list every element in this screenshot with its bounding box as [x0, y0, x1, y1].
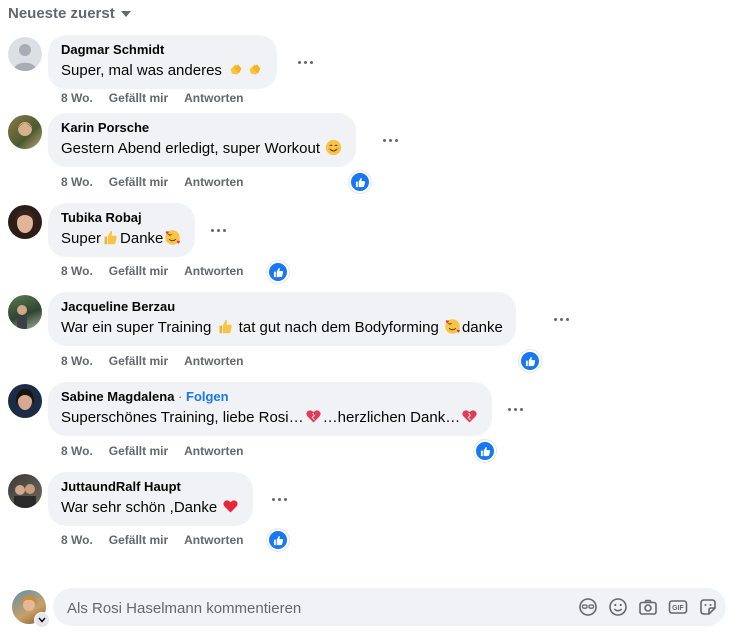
comment-time[interactable]: 8 Wo.: [61, 91, 93, 105]
chevron-down-icon[interactable]: [34, 612, 50, 628]
comment-text: Super Danke: [61, 229, 182, 249]
comment-bubble: Tubika Robaj Super Danke: [48, 203, 196, 257]
like-reaction-icon[interactable]: [349, 171, 371, 193]
reply-link[interactable]: Antworten: [184, 175, 243, 189]
comment-text-part: Super: [61, 230, 102, 247]
svg-text:GIF: GIF: [672, 605, 684, 612]
comment-input[interactable]: [65, 588, 559, 628]
sort-dropdown[interactable]: Neueste zuerst: [8, 2, 131, 24]
comment-bubble: Karin Porsche Gestern Abend erledigt, su…: [48, 113, 357, 167]
like-reaction-icon[interactable]: [519, 350, 541, 372]
comment-text-part: War ein super Training: [61, 319, 216, 336]
comment-actions: 8 Wo. Gefällt mir Antworten: [61, 264, 243, 278]
thumbs-up-emoji-icon: [219, 319, 232, 334]
avatar[interactable]: [8, 37, 42, 71]
comment-text-part: Super, mal was anderes: [61, 62, 227, 79]
red-heart-emoji-icon: [223, 500, 238, 513]
like-reaction-icon[interactable]: [474, 440, 496, 462]
avatar[interactable]: [8, 384, 42, 418]
comment-time[interactable]: 8 Wo.: [61, 444, 93, 458]
comment-bubble: Jacqueline Berzau War ein super Training…: [48, 292, 516, 346]
emoji-icon[interactable]: [608, 597, 628, 617]
comment-actions: 8 Wo. Gefällt mir Antworten: [61, 533, 243, 547]
reply-link[interactable]: Antworten: [184, 444, 243, 458]
caret-down-icon: [120, 11, 131, 17]
clap-emoji-icon: [230, 64, 242, 75]
more-options-button[interactable]: [378, 128, 402, 152]
avatar[interactable]: [8, 295, 42, 329]
comment-author[interactable]: Tubika Robaj: [61, 210, 182, 226]
more-options-button[interactable]: [503, 397, 527, 421]
more-options-button[interactable]: [549, 307, 573, 331]
comment-author[interactable]: Sabine Magdalena: [61, 389, 174, 404]
comment-author[interactable]: Dagmar Schmidt: [61, 42, 264, 58]
reply-link[interactable]: Antworten: [184, 354, 243, 368]
separator-dot: ·: [178, 389, 186, 404]
comment-text: War sehr schön ,Danke: [61, 498, 240, 518]
comment-author-row: Sabine Magdalena · Folgen: [61, 389, 479, 405]
smiling-hearts-emoji-icon: [445, 319, 460, 334]
heart-emoji-icon: [306, 410, 321, 423]
reply-link[interactable]: Antworten: [184, 91, 243, 105]
comment-author[interactable]: JuttaundRalf Haupt: [61, 479, 240, 495]
reply-link[interactable]: Antworten: [184, 264, 243, 278]
heart-emoji-icon: [462, 410, 477, 423]
like-link[interactable]: Gefällt mir: [109, 264, 168, 278]
comment-composer: GIF: [53, 588, 726, 628]
like-link[interactable]: Gefällt mir: [109, 444, 168, 458]
more-options-button[interactable]: [206, 218, 230, 242]
gif-icon[interactable]: GIF: [668, 597, 688, 617]
comment-bubble: Sabine Magdalena · Folgen Superschönes T…: [48, 382, 493, 436]
comment-time[interactable]: 8 Wo.: [61, 354, 93, 368]
comment-text-part: War sehr schön ,Danke: [61, 499, 222, 516]
comment-text-part: Gestern Abend erledigt, super Workout: [61, 140, 325, 157]
like-link[interactable]: Gefällt mir: [109, 354, 168, 368]
comment-time[interactable]: 8 Wo.: [61, 533, 93, 547]
smile-emoji-icon: [326, 139, 342, 156]
follow-button[interactable]: Folgen: [186, 389, 229, 404]
comment-author[interactable]: Jacqueline Berzau: [61, 299, 503, 315]
camera-icon[interactable]: [638, 597, 658, 617]
avatar[interactable]: [8, 205, 42, 239]
comment-text-part: …herzlichen Dank…: [322, 409, 461, 426]
comment-text-part: danke: [461, 319, 503, 336]
clap-emoji-icon: [249, 64, 261, 75]
comment-time[interactable]: 8 Wo.: [61, 264, 93, 278]
like-link[interactable]: Gefällt mir: [109, 91, 168, 105]
avatar[interactable]: [8, 474, 42, 508]
comment-text: War ein super Training tat gut nach dem …: [61, 318, 503, 338]
reply-link[interactable]: Antworten: [184, 533, 243, 547]
comment-text: Superschönes Training, liebe Rosi… …herzl…: [61, 408, 479, 428]
like-link[interactable]: Gefällt mir: [109, 175, 168, 189]
comment-text-part: Superschönes Training, liebe Rosi…: [61, 409, 304, 426]
comment-actions: 8 Wo. Gefällt mir Antworten: [61, 91, 243, 105]
comment-text: Super, mal was anderes: [61, 61, 264, 81]
avatar[interactable]: [8, 115, 42, 149]
comment-bubble: JuttaundRalf Haupt War sehr schön ,Danke: [48, 472, 254, 526]
comment-text-part: Danke: [120, 230, 164, 247]
comment-text: Gestern Abend erledigt, super Workout: [61, 139, 343, 159]
smiling-hearts-emoji-icon: [165, 230, 181, 245]
comment-bubble: Dagmar Schmidt Super, mal was anderes: [48, 35, 278, 89]
like-link[interactable]: Gefällt mir: [109, 533, 168, 547]
avatar-sticker-icon[interactable]: [578, 597, 598, 617]
comment-text-part: tat gut nach dem Bodyforming: [234, 319, 443, 336]
sort-label: Neueste zuerst: [8, 4, 115, 22]
sticker-icon[interactable]: [698, 597, 718, 617]
comment-time[interactable]: 8 Wo.: [61, 175, 93, 189]
comment-author[interactable]: Karin Porsche: [61, 120, 343, 136]
more-options-button[interactable]: [293, 50, 317, 74]
comment-actions: 8 Wo. Gefällt mir Antworten: [61, 354, 243, 368]
comment-actions: 8 Wo. Gefällt mir Antworten: [61, 444, 243, 458]
like-reaction-icon[interactable]: [267, 261, 289, 283]
more-options-button[interactable]: [267, 487, 291, 511]
thumbs-up-emoji-icon: [104, 230, 117, 245]
like-reaction-icon[interactable]: [267, 529, 289, 551]
comment-actions: 8 Wo. Gefällt mir Antworten: [61, 175, 243, 189]
